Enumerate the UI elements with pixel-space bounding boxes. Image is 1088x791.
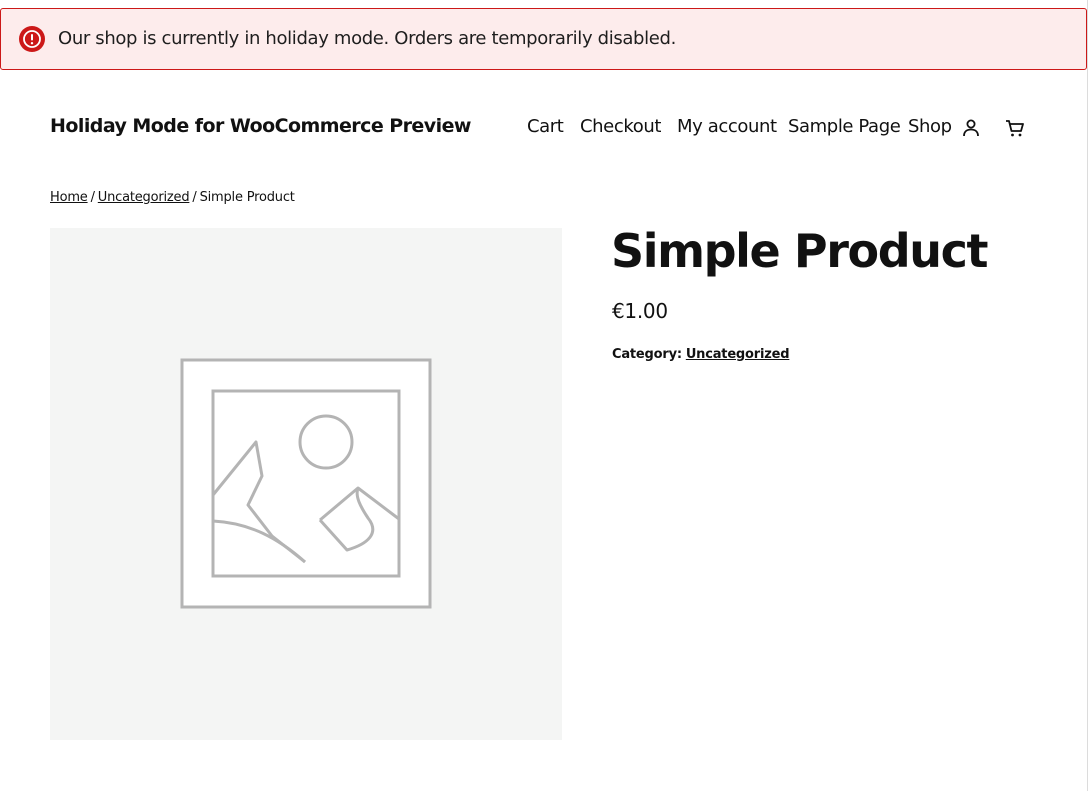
- breadcrumb-current: Simple Product: [199, 190, 295, 205]
- nav-item-shop[interactable]: Shop: [908, 116, 952, 137]
- cart-icon[interactable]: [1003, 116, 1027, 140]
- breadcrumb-separator: /: [192, 190, 197, 205]
- product-page: Our shop is currently in holiday mode. O…: [0, 0, 1088, 791]
- image-placeholder-icon: [180, 358, 432, 609]
- nav-item-my-account[interactable]: My account: [677, 116, 777, 137]
- product-image[interactable]: [50, 228, 562, 740]
- breadcrumb: Home / Uncategorized / Simple Product: [50, 190, 295, 205]
- product-title: Simple Product: [611, 224, 988, 278]
- category-link[interactable]: Uncategorized: [686, 347, 790, 362]
- holiday-notice: Our shop is currently in holiday mode. O…: [0, 8, 1087, 70]
- breadcrumb-separator: /: [90, 190, 95, 205]
- user-icon[interactable]: [959, 116, 983, 140]
- breadcrumb-home[interactable]: Home: [50, 190, 88, 205]
- product-category: Category: Uncategorized: [612, 347, 790, 362]
- alert-circle-icon: [19, 26, 45, 52]
- nav-item-checkout[interactable]: Checkout: [580, 116, 661, 137]
- nav-item-cart[interactable]: Cart: [527, 116, 564, 137]
- notice-text: Our shop is currently in holiday mode. O…: [58, 28, 676, 49]
- site-title[interactable]: Holiday Mode for WooCommerce Preview: [50, 115, 471, 137]
- breadcrumb-uncategorized[interactable]: Uncategorized: [98, 190, 190, 205]
- product-price: €1.00: [612, 299, 668, 323]
- nav-item-sample-page[interactable]: Sample Page: [788, 116, 901, 137]
- category-label: Category:: [612, 347, 682, 362]
